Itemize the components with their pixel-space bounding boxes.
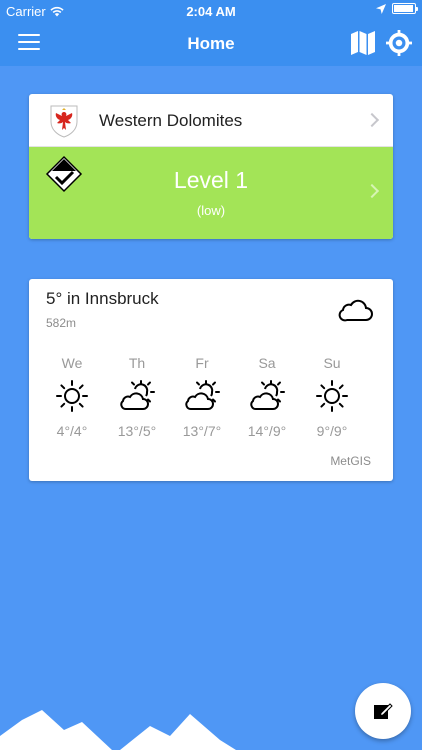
clock: 2:04 AM	[186, 4, 236, 19]
partly-cloudy-icon	[120, 380, 155, 410]
forecast-day: Fr 13°/7°	[172, 355, 232, 439]
status-right	[376, 3, 418, 14]
forecast-day-name: Sa	[258, 355, 276, 371]
forecast-day-name: Fr	[195, 355, 209, 371]
weather-card[interactable]: 5° in Innsbruck 582m We 4°/4° Th 13°/5° …	[29, 279, 393, 481]
forecast-day: We 4°/4°	[42, 355, 102, 439]
forecast-row: We 4°/4° Th 13°/5° Fr 13°/7° Sa 14°/9° S…	[42, 355, 382, 445]
weather-altitude: 582m	[46, 316, 77, 330]
forecast-day: Sa 14°/9°	[237, 355, 297, 439]
battery-icon	[392, 3, 418, 14]
forecast-day-name: We	[61, 355, 83, 371]
forecast-day-temps: 9°/9°	[316, 423, 348, 439]
forecast-day-name: Su	[323, 355, 341, 371]
danger-level-row[interactable]: Level 1 (low)	[29, 147, 393, 239]
weather-provider: MetGIS	[330, 454, 371, 468]
sun-icon	[56, 380, 88, 412]
sun-icon	[316, 380, 348, 412]
partly-cloudy-icon	[250, 380, 285, 410]
location-arrow-icon	[376, 3, 386, 14]
region-name: Western Dolomites	[99, 111, 243, 130]
forecast-day-temps: 13°/7°	[182, 423, 222, 439]
status-bar: Carrier 2:04 AM	[0, 0, 422, 22]
cloud-icon	[338, 299, 373, 322]
new-report-button[interactable]	[355, 683, 411, 739]
forecast-day: Th 13°/5°	[107, 355, 167, 439]
region-card: Western Dolomites Level 1 (low)	[29, 94, 393, 239]
edit-note-icon	[374, 703, 393, 719]
danger-level-label: Level 1	[173, 167, 249, 193]
forecast-day-name: Th	[128, 355, 146, 371]
weather-location: 5° in Innsbruck	[46, 289, 159, 308]
nav-bar: Home	[0, 22, 422, 66]
eagle-crest-icon	[50, 105, 78, 138]
forecast-day: Su 9°/9°	[302, 355, 362, 439]
danger-description: (low)	[196, 203, 226, 218]
forecast-day-temps: 14°/9°	[247, 423, 287, 439]
location-target-icon[interactable]	[386, 29, 412, 57]
forecast-day-temps: 4°/4°	[56, 423, 88, 439]
region-row[interactable]: Western Dolomites	[29, 94, 393, 147]
partly-cloudy-icon	[185, 380, 220, 410]
map-icon[interactable]	[350, 30, 376, 56]
forecast-day-temps: 13°/5°	[117, 423, 157, 439]
chevron-right-icon	[364, 112, 380, 128]
